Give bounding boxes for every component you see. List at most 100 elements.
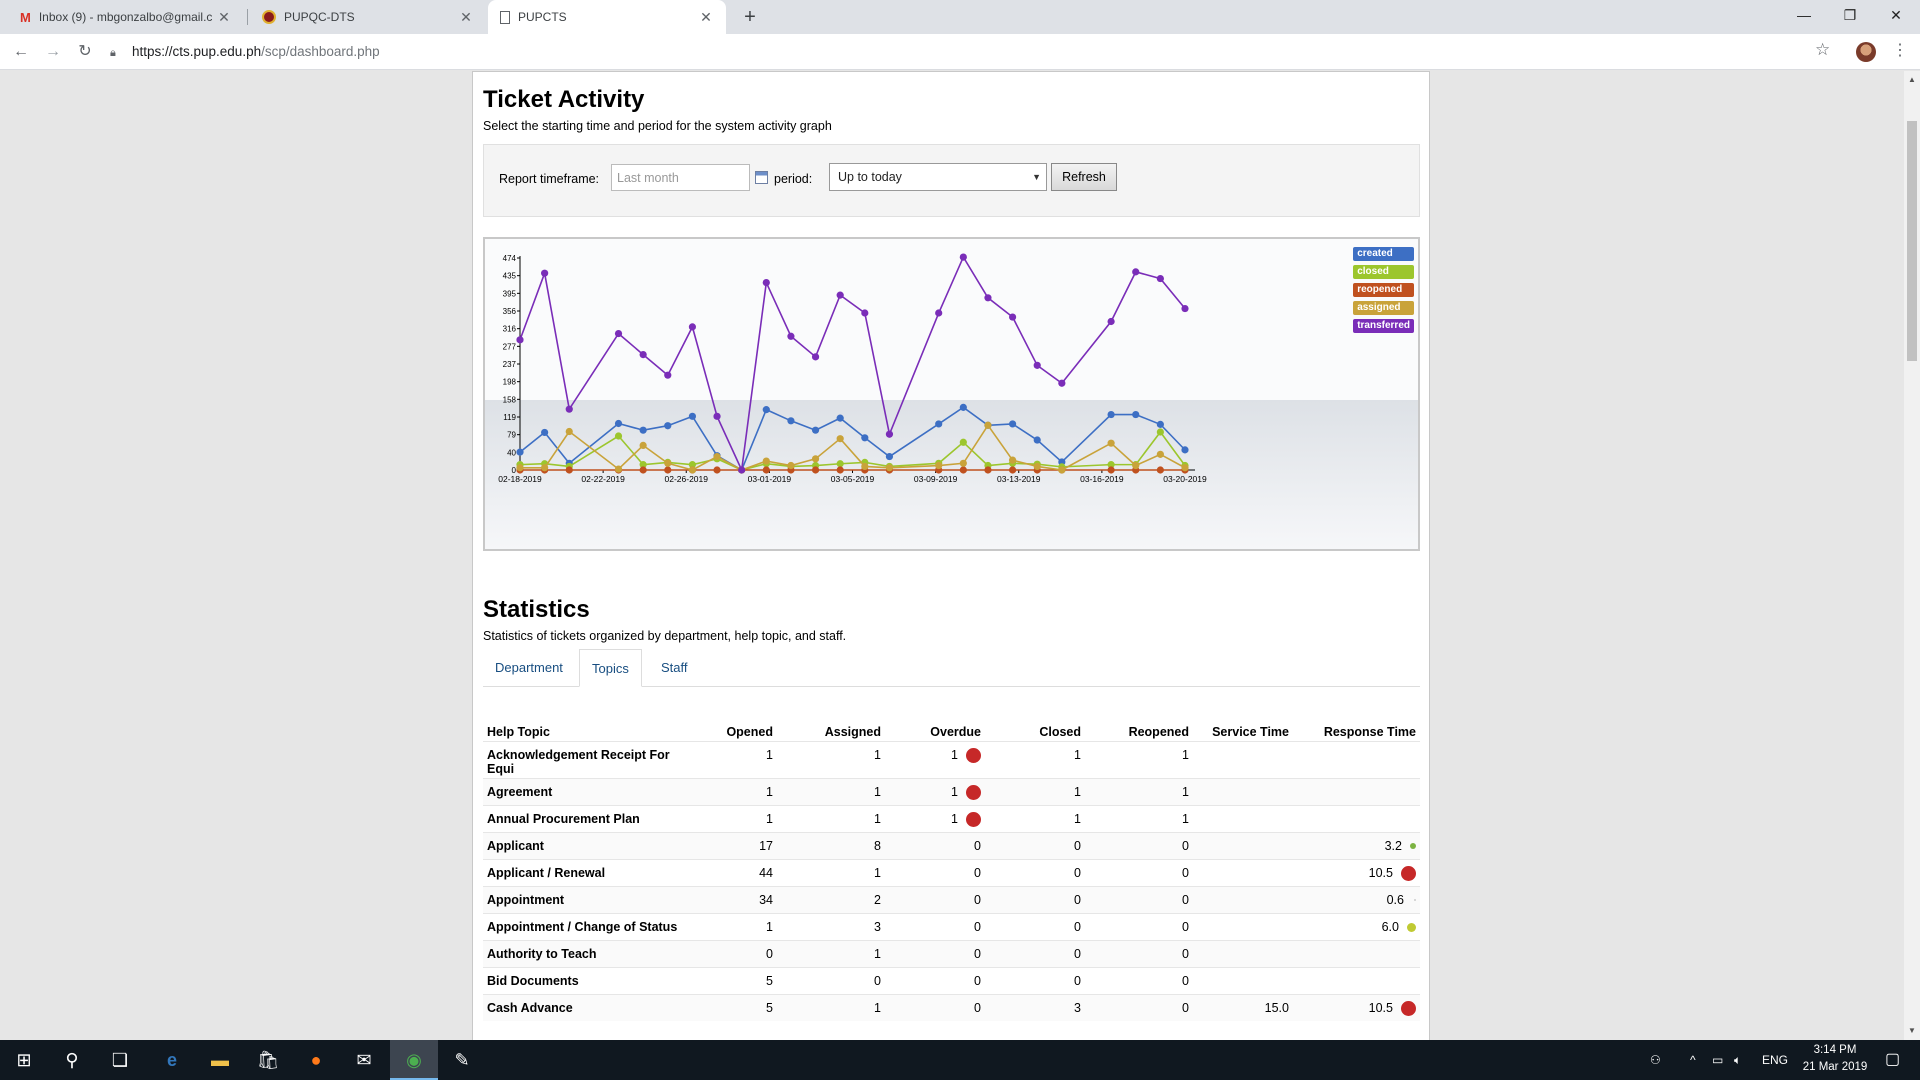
lock-icon: 🔒︎: [110, 47, 116, 59]
reopened-value: 0: [1182, 946, 1189, 961]
reopened-cell: 1: [1085, 804, 1193, 832]
data-point-transferred: [565, 405, 573, 413]
indicator-dot-icon: [1407, 922, 1416, 932]
response-cell: 0.6: [1293, 885, 1420, 913]
data-point-created: [1033, 436, 1041, 444]
indicator-dot-icon: [966, 784, 981, 800]
data-point-created: [688, 412, 697, 420]
overdue-value: 0: [974, 946, 981, 961]
reload-icon[interactable]: ↻: [73, 40, 97, 64]
profile-avatar[interactable]: [1856, 42, 1876, 62]
overdue-cell: 1: [885, 804, 985, 832]
mail-icon[interactable]: ✉: [340, 1040, 388, 1080]
close-icon[interactable]: ✕: [698, 9, 714, 26]
new-tab-button[interactable]: +: [738, 5, 762, 29]
people-icon[interactable]: ⚇: [1650, 1040, 1661, 1080]
closed-cell: 0: [985, 939, 1085, 967]
restore-icon[interactable]: ❐: [1827, 0, 1873, 30]
close-window-icon[interactable]: ✕: [1873, 0, 1919, 30]
x-tick-label: 03-09-2019: [914, 474, 958, 484]
assigned-cell: 8: [777, 831, 885, 859]
y-tick-label: 119: [503, 413, 516, 422]
search-icon[interactable]: ⚲: [48, 1040, 96, 1080]
close-icon[interactable]: ✕: [216, 9, 232, 26]
windows-start-icon[interactable]: ⊞: [0, 1040, 48, 1080]
data-point-transferred: [738, 466, 746, 474]
language-indicator[interactable]: ENG: [1762, 1040, 1788, 1080]
tab-pupqc-dts[interactable]: PUPQC-DTS ✕: [250, 0, 486, 34]
tab-staff[interactable]: Staff: [649, 649, 700, 687]
report-filter: Report timeframe: period: Up to today ▼ …: [483, 144, 1420, 217]
service-value: 15.0: [1264, 1000, 1289, 1015]
chrome-icon[interactable]: ◉: [390, 1040, 438, 1080]
page-viewport: Ticket Activity Select the starting time…: [0, 71, 1904, 1040]
volume-icon[interactable]: 🔈︎: [1734, 1040, 1741, 1080]
firefox-icon[interactable]: ●: [292, 1040, 340, 1080]
help-topic-cell: Agreement: [483, 777, 691, 805]
tray-chevron-icon[interactable]: ^: [1690, 1040, 1696, 1080]
assigned-value: 1: [874, 1000, 881, 1015]
assigned-value: 1: [874, 946, 881, 961]
menu-kebab-icon[interactable]: ⋮: [1892, 40, 1908, 60]
assigned-cell: 1: [777, 740, 885, 778]
task-view-icon[interactable]: ❏: [96, 1040, 144, 1080]
y-tick-label: 435: [503, 272, 517, 281]
data-point-created: [1008, 420, 1017, 428]
data-point-assigned: [885, 464, 894, 472]
data-point-closed: [614, 432, 623, 440]
minimize-icon[interactable]: —: [1781, 0, 1827, 30]
service-cell: [1193, 804, 1293, 832]
address-bar[interactable]: 🔒︎ https://cts.pup.edu.ph/scp/dashboard.p…: [110, 38, 1828, 66]
data-point-created: [1156, 420, 1164, 428]
reopened-value: 1: [1182, 747, 1189, 762]
overdue-cell: 0: [885, 912, 985, 940]
indicator-dot-icon: [966, 747, 981, 763]
period-select[interactable]: Up to today ▼: [829, 163, 1047, 191]
notification-icon[interactable]: ▢: [1885, 1040, 1900, 1080]
overdue-cell: 1: [885, 740, 985, 778]
refresh-button[interactable]: Refresh: [1051, 163, 1117, 191]
reopened-cell: 1: [1085, 777, 1193, 805]
scrollbar-thumb[interactable]: [1907, 121, 1917, 361]
closed-cell: 3: [985, 993, 1085, 1021]
network-icon[interactable]: ▭: [1712, 1040, 1723, 1080]
col-help-topic: Help Topic: [487, 724, 550, 739]
data-point-assigned: [984, 421, 992, 429]
back-icon[interactable]: ←: [9, 40, 33, 64]
calendar-icon[interactable]: [755, 171, 768, 184]
reopened-value: 0: [1182, 919, 1189, 934]
tab-gmail[interactable]: M Inbox (9) - mbgonzalbo@gmail.c ✕: [8, 0, 244, 34]
tab-pupcts[interactable]: PUPCTS ✕: [488, 0, 726, 34]
response-value: 0.6: [1386, 892, 1404, 907]
scroll-down-icon[interactable]: ▼: [1908, 1026, 1916, 1035]
y-tick-label: 158: [503, 395, 517, 404]
opened-value: 1: [766, 811, 773, 826]
help-topic-cell: Authority to Teach: [483, 939, 691, 967]
system-clock[interactable]: 3:14 PM 21 Mar 2019: [1790, 1042, 1880, 1076]
tab-topics[interactable]: Topics: [579, 649, 642, 687]
data-point-transferred: [885, 430, 894, 438]
y-tick-label: 79: [507, 431, 516, 440]
reopened-cell: 0: [1085, 912, 1193, 940]
edge-icon[interactable]: e: [148, 1040, 196, 1080]
data-point-assigned: [688, 466, 697, 474]
forward-icon[interactable]: →: [41, 40, 65, 64]
page-scrollbar[interactable]: ▲ ▼: [1904, 71, 1920, 1040]
bookmark-star-icon[interactable]: ☆: [1815, 40, 1830, 60]
service-cell: [1193, 831, 1293, 859]
windows-taskbar: ⊞ ⚲ ❏ e ▬ 🛍︎ ● ✉ ◉ ✎ ⚇ ^ ▭ 🔈︎ ENG 3:14 P…: [0, 1040, 1920, 1080]
data-point-transferred: [1181, 304, 1189, 313]
store-icon[interactable]: 🛍︎: [244, 1040, 292, 1080]
closed-cell: 1: [985, 777, 1085, 805]
assigned-cell: 2: [777, 885, 885, 913]
timeframe-input[interactable]: [611, 164, 750, 191]
scroll-up-icon[interactable]: ▲: [1908, 75, 1916, 84]
data-point-transferred: [541, 269, 549, 277]
data-point-created: [639, 426, 647, 434]
tab-department[interactable]: Department: [483, 649, 575, 687]
file-explorer-icon[interactable]: ▬: [196, 1040, 244, 1080]
data-point-transferred: [811, 353, 820, 361]
app-icon[interactable]: ✎: [438, 1040, 486, 1080]
assigned-value: 0: [874, 973, 881, 988]
close-icon[interactable]: ✕: [458, 9, 474, 26]
